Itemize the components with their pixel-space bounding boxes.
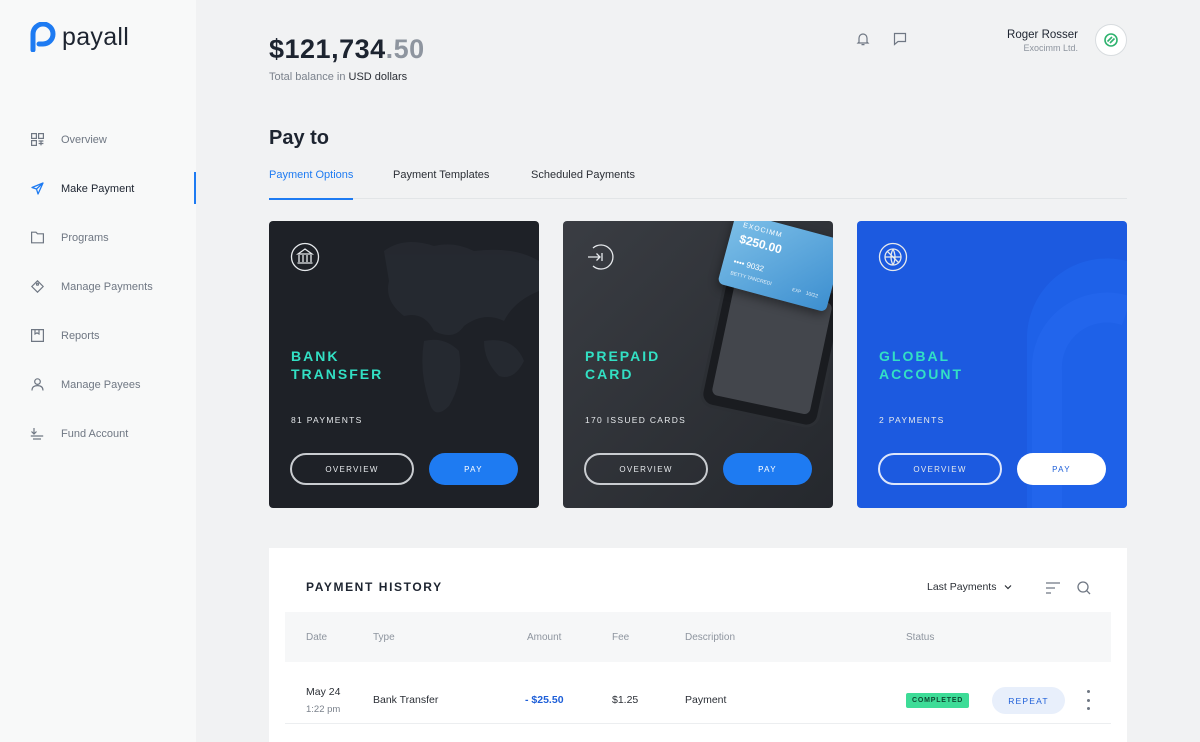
global-account-card: GLOBAL ACCOUNT 2 PAYMENTS OVERVIEW PAY xyxy=(857,221,1127,508)
row-type: Bank Transfer xyxy=(373,694,439,706)
fund-icon xyxy=(30,427,44,441)
card-art-holder: BETTY TANCREDI xyxy=(729,270,773,288)
tag-icon xyxy=(30,280,44,294)
card-title-line1: PREPAID xyxy=(585,348,661,364)
user-company: Exocimm Ltd. xyxy=(1023,43,1078,53)
balance-caption: Total balance in USD dollars xyxy=(269,71,407,83)
row-description: Payment xyxy=(685,694,727,706)
column-header-type: Type xyxy=(373,632,395,643)
row-amount: - $25.50 xyxy=(525,694,564,706)
search-icon[interactable] xyxy=(1076,580,1092,596)
sidebar-item-make-payment[interactable]: Make Payment xyxy=(0,164,196,213)
sidebar-item-label: Fund Account xyxy=(61,427,129,440)
payall-logo-icon xyxy=(30,22,56,52)
balance-currency: USD dollars xyxy=(348,71,408,83)
brand-name: payall xyxy=(62,22,130,51)
sidebar: payall Overview Make Payment Programs Ma… xyxy=(0,0,196,742)
balance-main: $121,734 xyxy=(269,34,386,64)
history-filter-label: Last Payments xyxy=(927,581,997,593)
grid-icon xyxy=(30,133,44,147)
sidebar-item-label: Overview xyxy=(61,133,107,146)
card-title-line2: ACCOUNT xyxy=(879,366,963,382)
sidebar-item-fund-account[interactable]: Fund Account xyxy=(0,409,196,458)
sort-icon[interactable] xyxy=(1045,580,1061,596)
history-table-header: Date Type Amount Fee Description Status xyxy=(285,612,1111,662)
overview-button[interactable]: OVERVIEW xyxy=(878,453,1002,485)
send-icon xyxy=(30,182,44,196)
column-header-amount: Amount xyxy=(527,632,562,643)
row-time: 1:22 pm xyxy=(306,704,341,715)
pay-button[interactable]: PAY xyxy=(723,453,812,485)
card-title: PREPAID CARD xyxy=(585,347,745,383)
page-title: Pay to xyxy=(269,127,330,149)
sidebar-item-manage-payees[interactable]: Manage Payees xyxy=(0,360,196,409)
user-name[interactable]: Roger Rosser xyxy=(1007,29,1078,41)
card-exit-icon xyxy=(584,242,614,272)
sidebar-item-label: Manage Payments xyxy=(61,280,153,293)
card-title: GLOBAL ACCOUNT xyxy=(879,347,1039,383)
sidebar-item-programs[interactable]: Programs xyxy=(0,213,196,262)
balance-amount: $121,734.50 xyxy=(269,34,425,65)
sidebar-item-reports[interactable]: Reports xyxy=(0,311,196,360)
column-header-status: Status xyxy=(906,632,935,643)
overview-button[interactable]: OVERVIEW xyxy=(290,453,414,485)
bank-transfer-card: BANK TRANSFER 81 PAYMENTS OVERVIEW PAY xyxy=(269,221,539,508)
card-subtitle: 81 PAYMENTS xyxy=(291,415,363,425)
sidebar-item-overview[interactable]: Overview xyxy=(0,115,196,164)
sidebar-item-label: Reports xyxy=(61,329,100,342)
world-map-decoration xyxy=(384,242,539,413)
report-icon xyxy=(30,329,44,343)
column-header-fee: Fee xyxy=(612,632,630,643)
sidebar-item-label: Manage Payees xyxy=(61,378,141,391)
pay-button[interactable]: PAY xyxy=(429,453,518,485)
company-logo-icon xyxy=(1104,33,1118,47)
card-title-line1: GLOBAL xyxy=(879,348,951,364)
more-options-icon[interactable] xyxy=(1082,690,1094,710)
row-date: May 24 xyxy=(306,686,341,698)
tabs: Payment Options Payment Templates Schedu… xyxy=(269,160,1127,200)
user-icon xyxy=(30,378,44,392)
payment-history-panel: PAYMENT HISTORY Last Payments Date Type … xyxy=(269,548,1127,742)
tab-payment-options[interactable]: Payment Options xyxy=(269,169,354,200)
history-filter-dropdown[interactable]: Last Payments xyxy=(927,581,1012,593)
card-title-line2: TRANSFER xyxy=(291,366,384,382)
card-title-line2: CARD xyxy=(585,366,634,382)
row-fee: $1.25 xyxy=(612,694,639,706)
balance-caption-prefix: Total balance in xyxy=(269,71,349,83)
chevron-down-icon xyxy=(1005,585,1012,590)
tab-scheduled-payments[interactable]: Scheduled Payments xyxy=(531,169,635,199)
card-art-exp: 10/22 xyxy=(804,290,819,300)
logo[interactable]: payall xyxy=(30,22,129,52)
balance-cents: .50 xyxy=(385,34,425,64)
sidebar-item-label: Programs xyxy=(61,231,109,244)
column-header-description: Description xyxy=(685,632,736,643)
folder-icon xyxy=(30,231,44,245)
globe-icon xyxy=(878,242,908,272)
history-title: PAYMENT HISTORY xyxy=(306,580,443,594)
sidebar-item-label: Make Payment xyxy=(61,182,135,195)
table-row[interactable]: May 24 1:22 pm Bank Transfer - $25.50 $1… xyxy=(285,674,1111,724)
card-subtitle: 170 ISSUED CARDS xyxy=(585,415,687,425)
prepaid-card-card: EXOCIMM $250.00 •••• 9032 BETTY TANCREDI… xyxy=(563,221,833,508)
sidebar-item-manage-payments[interactable]: Manage Payments xyxy=(0,262,196,311)
overview-button[interactable]: OVERVIEW xyxy=(584,453,708,485)
chat-icon[interactable] xyxy=(892,31,908,47)
card-title: BANK TRANSFER xyxy=(291,347,451,383)
pay-button[interactable]: PAY xyxy=(1017,453,1106,485)
repeat-button[interactable]: REPEAT xyxy=(992,687,1065,714)
card-subtitle: 2 PAYMENTS xyxy=(879,415,945,425)
bell-icon[interactable] xyxy=(855,31,871,47)
sidebar-nav: Overview Make Payment Programs Manage Pa… xyxy=(0,115,196,458)
avatar[interactable] xyxy=(1095,24,1127,56)
status-badge: COMPLETED xyxy=(906,693,970,708)
card-title-line1: BANK xyxy=(291,348,340,364)
bank-icon xyxy=(290,242,320,272)
column-header-date: Date xyxy=(306,632,328,643)
tab-payment-templates[interactable]: Payment Templates xyxy=(393,169,489,199)
card-art-exp-label: EXP xyxy=(791,286,802,295)
